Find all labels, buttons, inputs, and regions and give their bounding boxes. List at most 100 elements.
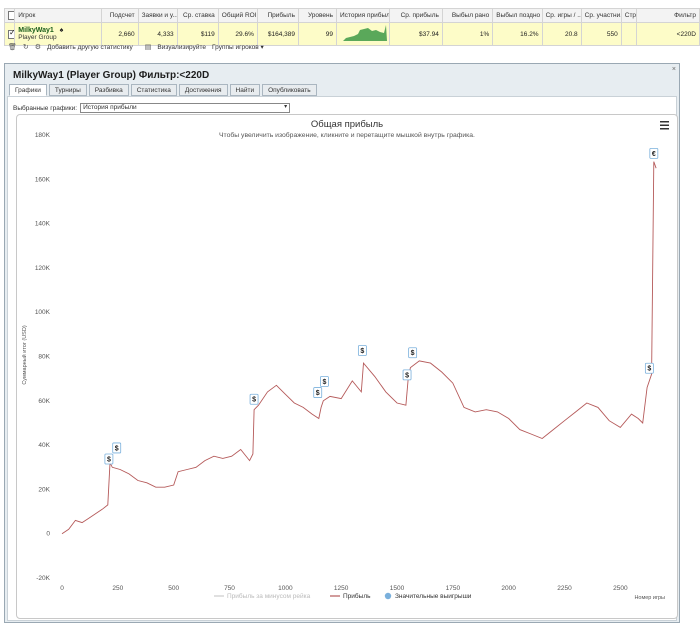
col-header[interactable]: Игрок — [14, 8, 102, 23]
col-header[interactable]: Ср. прибыль — [389, 8, 443, 23]
y-tick-label: 60K — [38, 398, 50, 405]
y-tick-label: 20K — [38, 486, 50, 493]
tab-publish[interactable]: Опубликовать — [262, 84, 317, 96]
y-tick-label: 160K — [35, 176, 51, 183]
big-win-marker[interactable]: $ — [402, 369, 412, 381]
svg-text:$: $ — [316, 390, 320, 397]
select-all-checkbox-cell[interactable] — [3, 8, 16, 23]
col-header[interactable]: Ср. ставка — [176, 8, 219, 23]
col-header[interactable]: Выбыл поздно — [492, 8, 543, 23]
chart-legend: Прибыль за минусом рейка Прибыль Значите… — [214, 592, 472, 600]
tab-achievements[interactable]: Достижения — [178, 84, 228, 96]
tab-statistics[interactable]: Статистика — [130, 84, 177, 96]
col-header[interactable]: Стр — [620, 8, 638, 23]
chevron-down-icon: ▾ — [260, 44, 264, 51]
cell-level: 99 — [297, 22, 338, 46]
big-win-marker[interactable]: $ — [408, 347, 418, 359]
close-icon[interactable]: × — [672, 66, 676, 73]
tab-find[interactable]: Найти — [229, 84, 261, 96]
col-header[interactable]: Уровень — [297, 8, 338, 23]
svg-text:$: $ — [322, 379, 326, 386]
player-site-icon: ♠ — [59, 27, 64, 34]
x-tick-label: 500 — [168, 585, 179, 592]
x-tick-label: 2250 — [557, 585, 572, 592]
col-header[interactable]: Прибыль — [256, 8, 299, 23]
y-tick-label: 100K — [35, 309, 51, 316]
col-header[interactable]: Ср. игры / ... — [541, 8, 582, 23]
chart-select-label: Выбранные графики: — [13, 104, 78, 112]
player-groups-dropdown[interactable]: Группы игроков ▾ — [212, 43, 264, 51]
gear-icon[interactable]: ⚙ — [35, 43, 41, 51]
chart-subtitle: Чтобы увеличить изображение, кликните и … — [219, 131, 475, 139]
chart-select-value: История прибыли — [83, 104, 137, 111]
chevron-down-icon: ▾ — [284, 104, 288, 110]
svg-text:$: $ — [411, 350, 415, 357]
x-tick-label: 750 — [224, 585, 235, 592]
col-header[interactable]: Подсчет — [100, 8, 139, 23]
cell-profit-history — [335, 22, 391, 46]
charts-panel: Выбранные графики: История прибыли ▾ Общ… — [7, 96, 678, 621]
big-win-marker[interactable]: $ — [320, 376, 329, 387]
window-title: MilkyWay1 (Player Group) Фильтр:<220D — [13, 70, 210, 81]
big-win-marker[interactable]: $ — [644, 362, 654, 374]
tab-tournaments[interactable]: Турниры — [48, 84, 87, 96]
col-header[interactable]: Заявки и у... — [137, 8, 178, 23]
chart-select[interactable]: История прибыли ▾ — [80, 103, 291, 113]
x-axis-ticks: 0 250 500 750 1000 1250 1500 1750 2000 2250 2500 — [60, 585, 628, 592]
cell-str — [620, 22, 638, 46]
select-all-checkbox[interactable] — [8, 11, 14, 20]
big-wins-layer: $$$$$$$$$€ — [104, 147, 659, 465]
y-axis-ticks: -20K 0 20K 40K 60K 80K 100K 120K 140K 160K 180K — [35, 132, 51, 582]
tab-charts[interactable]: Графики — [9, 84, 47, 96]
svg-text:$: $ — [115, 445, 119, 452]
hamburger-menu-icon[interactable] — [660, 121, 669, 130]
big-win-marker[interactable]: € — [649, 147, 659, 159]
y-tick-label: 80K — [38, 354, 50, 361]
legend-profit[interactable]: Прибыль — [343, 592, 371, 600]
y-axis-title: Суммарный итог (USD) — [21, 325, 28, 384]
svg-text:$: $ — [252, 397, 256, 404]
profit-sparkline — [343, 25, 388, 41]
tab-breakdown[interactable]: Разбивка — [88, 84, 129, 96]
col-header[interactable]: Ср. участни... — [580, 8, 622, 23]
big-win-marker[interactable]: $ — [112, 442, 122, 454]
col-header[interactable]: Общий ROI — [217, 8, 258, 23]
cell-filter: <220D — [636, 22, 700, 46]
y-tick-label: 120K — [35, 265, 51, 272]
cell-early: 1% — [441, 22, 494, 46]
cell-avg-profit: $37.94 — [389, 22, 443, 46]
x-axis-title: Номер игры — [634, 595, 665, 601]
x-tick-label: 1500 — [390, 585, 405, 592]
chart-select-row: Выбранные графики: История прибыли ▾ — [13, 103, 291, 113]
big-win-marker[interactable]: $ — [249, 393, 259, 405]
cell-late: 16.2% — [492, 22, 543, 46]
profit-chart-svg[interactable]: Общая прибыль Чтобы увеличить изображени… — [17, 115, 677, 618]
x-tick-label: 2000 — [501, 585, 516, 592]
y-tick-label: -20K — [36, 575, 50, 582]
profit-chart[interactable]: Общая прибыль Чтобы увеличить изображени… — [16, 114, 678, 619]
y-tick-label: 180K — [35, 132, 51, 139]
legend-net[interactable]: Прибыль за минусом рейка — [227, 592, 311, 600]
big-win-marker[interactable]: $ — [104, 453, 114, 465]
cell-avg-participants: 550 — [580, 22, 622, 46]
legend-big-wins[interactable]: Значительные выигрыши — [395, 593, 472, 600]
y-tick-label: 40K — [38, 442, 50, 449]
x-tick-label: 1000 — [278, 585, 293, 592]
svg-text:$: $ — [647, 366, 651, 373]
player-window: MilkyWay1 (Player Group) Фильтр:<220D × … — [4, 63, 680, 623]
player-groups-label: Группы игроков — [212, 44, 259, 51]
player-name[interactable]: MilkyWay1 — [18, 27, 54, 34]
big-win-marker[interactable]: $ — [313, 387, 323, 398]
trash-icon[interactable]: 🗑 — [8, 43, 17, 51]
big-win-marker[interactable]: $ — [357, 345, 367, 356]
stats-toolbar: 🗑 ↻ ⚙ Добавить другую статистику ▤ Визуа… — [8, 40, 264, 54]
col-header[interactable]: Выбыл рано — [441, 8, 494, 23]
col-header[interactable]: Фильтр — [636, 8, 700, 23]
visualize-link[interactable]: Визуализируйте — [157, 44, 206, 51]
col-header[interactable]: История прибыли — [335, 8, 391, 23]
x-tick-label: 2500 — [613, 585, 628, 592]
refresh-icon[interactable]: ↻ — [23, 43, 29, 51]
add-stats-link[interactable]: Добавить другую статистику — [47, 44, 133, 51]
row-checkbox[interactable] — [8, 28, 14, 39]
chart-title: Общая прибыль — [311, 119, 383, 130]
